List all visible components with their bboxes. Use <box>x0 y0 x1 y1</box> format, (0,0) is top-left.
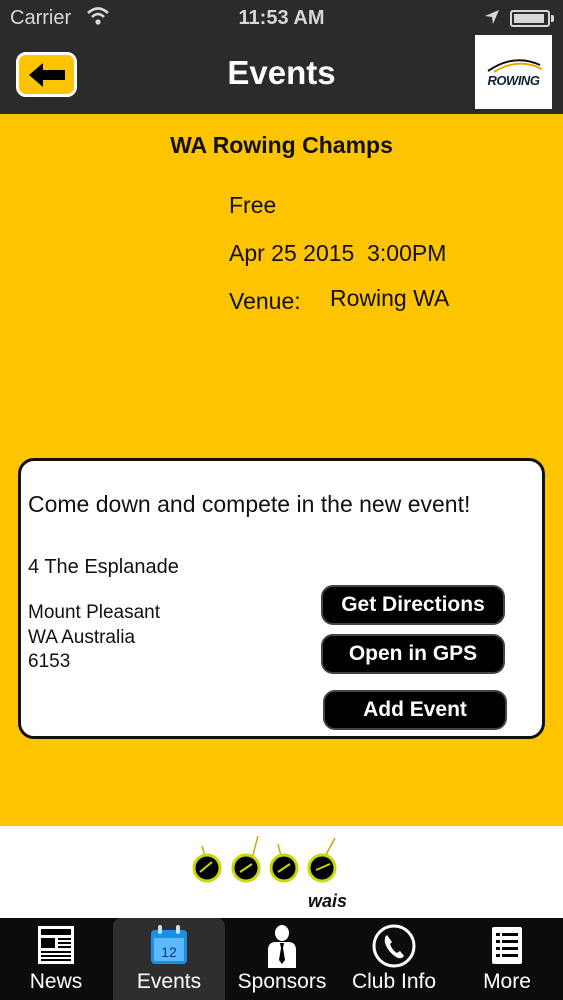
wais-logo: wais <box>192 835 347 911</box>
location-arrow-icon <box>485 10 499 24</box>
event-details-card: Come down and compete in the new event! … <box>18 458 545 739</box>
tab-club-info[interactable]: Club Info <box>338 918 450 1000</box>
tab-sponsors[interactable]: Sponsors <box>226 918 338 1000</box>
phone-icon <box>372 924 416 968</box>
event-price: Free <box>229 192 277 218</box>
newspaper-icon <box>38 926 74 964</box>
tab-news-label: News <box>29 970 83 993</box>
tab-more-label: More <box>483 970 531 993</box>
rowing-logo: ROWING <box>475 35 552 109</box>
logo-swoosh-icon <box>486 58 542 73</box>
calendar-icon: 12 <box>151 925 187 964</box>
tab-news[interactable]: News <box>0 918 112 1000</box>
add-event-button[interactable]: Add Event <box>323 690 507 730</box>
tab-events[interactable]: 12 Events <box>113 918 225 1000</box>
venue-label: Venue: <box>229 288 301 314</box>
tab-more[interactable]: More <box>451 918 563 1000</box>
person-icon <box>268 925 296 968</box>
address-state: WA Australia <box>28 627 136 648</box>
list-icon <box>492 927 522 964</box>
venue-value: Rowing WA <box>330 285 450 311</box>
address-suburb: Mount Pleasant <box>28 602 161 623</box>
clock: 11:53 AM <box>238 7 325 29</box>
calendar-day: 12 <box>161 944 177 960</box>
nav-bar: Events ROWING <box>0 35 563 114</box>
address-postcode: 6153 <box>28 651 71 672</box>
event-title: WA Rowing Champs <box>170 132 393 158</box>
address-street: 4 The Esplanade <box>28 556 179 578</box>
wais-text: wais <box>308 891 347 911</box>
logo-text: ROWING <box>487 72 540 88</box>
sponsor-banner[interactable]: wais <box>0 826 563 918</box>
event-datetime: Apr 25 2015 3:00PM <box>229 240 447 266</box>
tab-sponsors-label: Sponsors <box>237 970 327 993</box>
tab-bar: News 12 Events Sponsors Club Info More <box>0 918 563 1000</box>
open-in-gps-button[interactable]: Open in GPS <box>321 634 505 674</box>
battery-icon <box>510 10 554 27</box>
tab-events-label: Events <box>136 970 202 993</box>
get-directions-button[interactable]: Get Directions <box>321 585 505 625</box>
status-bar: Carrier 11:53 AM <box>0 0 563 38</box>
tab-club-info-label: Club Info <box>351 970 437 993</box>
event-description: Come down and compete in the new event! <box>28 491 471 517</box>
